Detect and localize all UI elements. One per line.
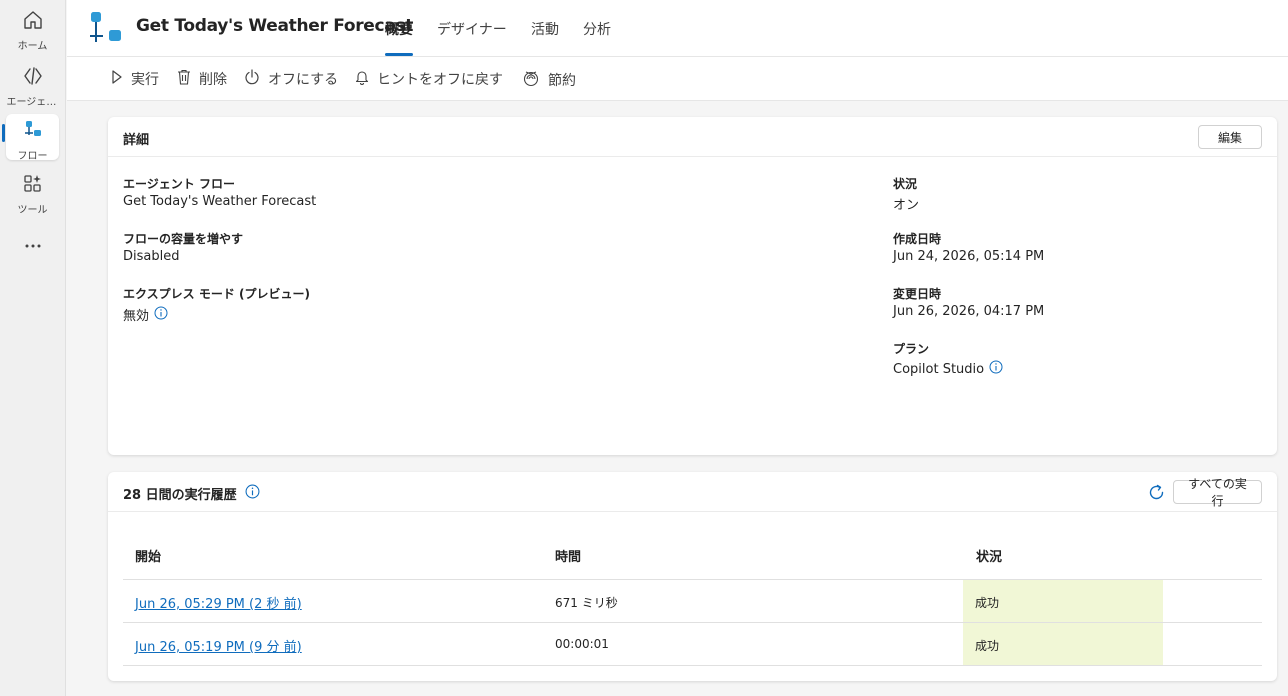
refresh-icon[interactable] (1147, 483, 1166, 506)
more-icon (22, 237, 44, 256)
nav-more-button[interactable] (6, 232, 59, 262)
run-duration: 00:00:01 (555, 637, 609, 651)
run-history-title-row: 28 日間の実行履歴 (123, 484, 260, 503)
command-bar: 実行 削除 オフにする ヒントをオフに戻す 節約 (67, 57, 1288, 101)
run-history-card: 28 日間の実行履歴 すべての実行 開始 時間 状況 成功 Jun 26, 05… (108, 472, 1277, 681)
tools-icon (22, 173, 44, 199)
nav-item-label: ホーム (17, 41, 48, 50)
nav-item-label: ツール (17, 205, 48, 214)
edit-button[interactable]: 編集 (1198, 125, 1262, 149)
info-icon[interactable] (154, 306, 168, 324)
express-mode-value: 無効 (123, 309, 150, 324)
turn-off-label: オフにする (268, 72, 339, 88)
power-icon (244, 69, 268, 89)
save-swirl-icon (522, 69, 548, 91)
tab-overview[interactable]: 概要 (385, 19, 413, 39)
nav-item-label: エージェント (6, 97, 59, 106)
details-card-header: 詳細 編集 (108, 117, 1277, 157)
run-history-title: 28 日間の実行履歴 (123, 488, 237, 503)
agent-icon (22, 65, 44, 91)
nav-item-tools[interactable]: ツール (6, 168, 59, 214)
save-label: 節約 (548, 73, 576, 89)
status-cell: 成功 (963, 580, 1163, 622)
nav-item-agent[interactable]: エージェント (6, 60, 59, 106)
save-button[interactable]: 節約 (522, 69, 576, 91)
status-text: 成功 (975, 596, 1000, 610)
row-divider (123, 665, 1262, 666)
bell-icon (355, 69, 377, 89)
flow-app-icon (89, 11, 123, 49)
column-header-start[interactable]: 開始 (135, 546, 161, 565)
info-icon[interactable] (989, 360, 1003, 378)
delete-button[interactable]: 削除 (177, 69, 227, 89)
page-header: Get Today's Weather Forecast 概要 デザイナー 活動… (67, 0, 1288, 57)
plan-value: Copilot Studio (893, 361, 985, 377)
home-icon (22, 9, 44, 35)
hints-off-label: ヒントをオフに戻す (377, 72, 503, 88)
plan-value-row: Copilot Studio (893, 360, 1003, 378)
run-history-header: 28 日間の実行履歴 すべての実行 (108, 472, 1277, 512)
run-duration: 671 ミリ秒 (555, 596, 618, 610)
play-icon (111, 69, 131, 89)
capacity-value: Disabled (123, 249, 180, 264)
status-label: 状況 (893, 177, 918, 191)
created-label: 作成日時 (893, 232, 942, 246)
status-cell: 成功 (963, 623, 1163, 665)
plan-label: プラン (893, 342, 930, 356)
nav-item-flow[interactable]: フロー (6, 114, 59, 160)
column-header-status[interactable]: 状況 (976, 546, 1002, 565)
status-text: 成功 (975, 639, 1000, 653)
delete-label: 削除 (199, 72, 227, 88)
nav-item-home[interactable]: ホーム (6, 4, 59, 50)
tab-analytics[interactable]: 分析 (583, 19, 611, 39)
active-nav-indicator (2, 124, 5, 142)
run-start-link[interactable]: Jun 26, 05:19 PM (9 分 前) (135, 636, 302, 655)
flow-icon (22, 119, 44, 145)
turn-off-button[interactable]: オフにする (244, 69, 338, 89)
express-mode-label: エクスプレス モード (プレビュー) (123, 287, 310, 301)
page-title: Get Today's Weather Forecast (136, 16, 414, 36)
all-runs-button[interactable]: すべての実行 (1173, 477, 1262, 508)
agent-flow-value: Get Today's Weather Forecast (123, 194, 317, 209)
nav-item-label: フロー (17, 151, 48, 160)
left-nav-rail: ホーム エージェント フロー ツール (0, 0, 66, 696)
tab-activity[interactable]: 活動 (531, 19, 559, 39)
trash-icon (177, 69, 199, 89)
tab-designer[interactable]: デザイナー (437, 19, 507, 39)
details-card: 詳細 編集 エージェント フロー Get Today's Weather For… (108, 117, 1277, 455)
status-value: オン (893, 198, 920, 213)
column-header-duration[interactable]: 時間 (555, 546, 581, 565)
info-icon[interactable] (245, 484, 260, 503)
express-mode-value-row: 無効 (123, 305, 168, 324)
capacity-label: フローの容量を増やす (123, 232, 244, 246)
run-start-link[interactable]: Jun 26, 05:29 PM (2 秒 前) (135, 593, 302, 612)
details-title: 詳細 (123, 133, 150, 148)
modified-label: 変更日時 (893, 287, 942, 301)
run-label: 実行 (131, 72, 159, 88)
hints-off-button[interactable]: ヒントをオフに戻す (355, 69, 503, 89)
created-value: Jun 24, 2026, 05:14 PM (893, 249, 1045, 264)
modified-value: Jun 26, 2026, 04:17 PM (893, 304, 1045, 319)
run-button[interactable]: 実行 (111, 69, 159, 89)
active-tab-underline (385, 53, 413, 56)
agent-flow-label: エージェント フロー (123, 177, 235, 191)
